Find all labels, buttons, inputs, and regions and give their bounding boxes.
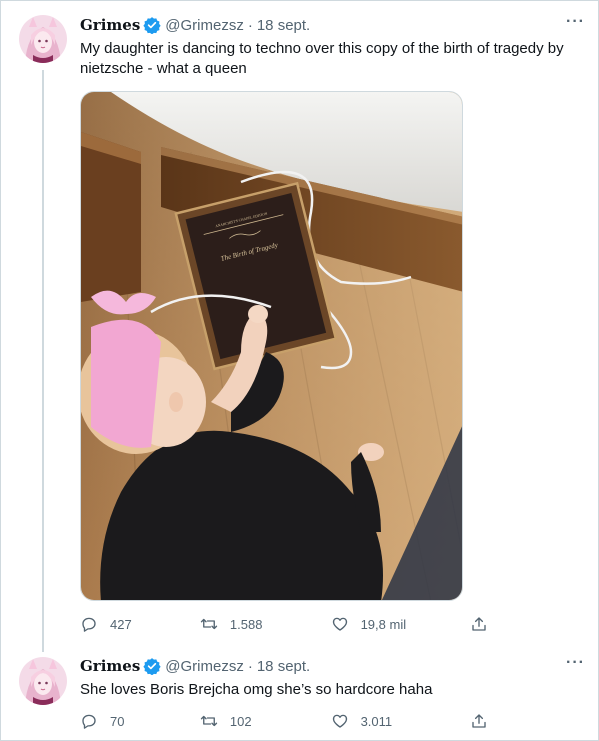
- author-name[interactable]: Grimes: [80, 16, 140, 34]
- retweet-count: 102: [229, 713, 252, 729]
- verified-badge-icon: [143, 16, 161, 35]
- thread-connector-line: [42, 70, 44, 652]
- reply-count: 427: [110, 616, 132, 632]
- tweet-actions: 427 1.588 19,8 mil: [80, 615, 500, 633]
- tweet-actions: 70 102 3.011: [80, 712, 500, 730]
- share-icon: [472, 617, 486, 631]
- separator-dot: ·: [247, 657, 253, 675]
- avatar[interactable]: [19, 15, 67, 63]
- author-handle[interactable]: @Grimezsz: [165, 17, 244, 34]
- tweet-date[interactable]: 18 sept.: [257, 658, 310, 675]
- retweet-icon: [200, 618, 218, 630]
- share-icon: [472, 714, 486, 728]
- author-handle[interactable]: @Grimezsz: [165, 658, 244, 675]
- tweet-header: Grimes @Grimezsz · 18 sept.: [80, 16, 310, 35]
- reply-icon: [82, 714, 96, 729]
- tweet-text: My daughter is dancing to techno over th…: [80, 39, 580, 79]
- like-icon: [332, 714, 347, 728]
- more-icon[interactable]: ···: [566, 654, 585, 672]
- like-count: 19,8 mil: [360, 616, 407, 632]
- share-button[interactable]: [470, 615, 500, 633]
- author-name[interactable]: Grimes: [80, 657, 140, 675]
- separator-dot: ·: [247, 16, 253, 34]
- reply-count: 70: [110, 713, 125, 729]
- verified-badge-icon: [143, 657, 161, 676]
- retweet-count: 1.588: [229, 616, 263, 632]
- retweet-button[interactable]: 1.588: [200, 615, 331, 633]
- reply-button[interactable]: 427: [80, 615, 200, 633]
- like-count: 3.011: [360, 713, 393, 729]
- share-button[interactable]: [470, 712, 500, 730]
- tweet-text-line: My daughter is dancing to techno over th…: [80, 40, 564, 57]
- avatar[interactable]: [19, 657, 67, 705]
- tweet-photo[interactable]: ANARCHIST'S CHAPEL EDITION The Birth of …: [80, 91, 463, 601]
- more-icon[interactable]: ···: [566, 13, 585, 31]
- like-button[interactable]: 3.011: [331, 712, 470, 730]
- reply-icon: [82, 617, 96, 632]
- like-button[interactable]: 19,8 mil: [331, 615, 470, 633]
- tweet-header: Grimes @Grimezsz · 18 sept.: [80, 657, 310, 676]
- reply-button[interactable]: 70: [80, 712, 200, 730]
- retweet-icon: [200, 715, 218, 727]
- like-icon: [332, 617, 347, 631]
- tweet-text-line: nietzsche - what a queen: [80, 60, 247, 77]
- tweet-text: She loves Boris Brejcha omg she’s so har…: [80, 681, 433, 698]
- tweet-date[interactable]: 18 sept.: [257, 17, 310, 34]
- retweet-button[interactable]: 102: [200, 712, 331, 730]
